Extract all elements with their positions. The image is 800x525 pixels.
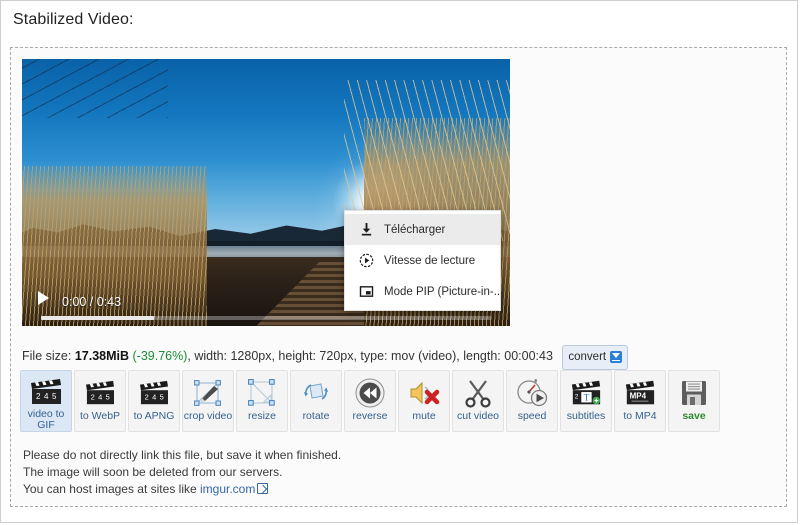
tool-button-rotate[interactable]: rotate bbox=[290, 370, 342, 432]
file-dimensions-text: , width: 1280px, height: 720px, type: mo… bbox=[187, 349, 553, 363]
tool-button-label: to APNG bbox=[134, 411, 175, 422]
crop-knife-icon bbox=[190, 376, 226, 410]
result-container: 0:00 / 0:43 Télécharger bbox=[10, 47, 787, 507]
speaker-mute-icon bbox=[406, 376, 442, 410]
rewind-icon bbox=[352, 376, 388, 410]
svg-text:5: 5 bbox=[160, 393, 164, 402]
context-menu-item-playback-speed[interactable]: Vitesse de lecture bbox=[345, 245, 500, 276]
scissors-icon bbox=[460, 376, 496, 410]
tool-button-label: to WebP bbox=[80, 411, 120, 422]
tool-button-label: to MP4 bbox=[623, 411, 656, 422]
tool-buttons-row: 2 4 5 video to GIF 2 4 bbox=[20, 370, 720, 432]
tool-button-label: speed bbox=[518, 411, 547, 422]
convert-button-label: convert bbox=[568, 348, 606, 366]
svg-text:4: 4 bbox=[44, 392, 49, 401]
tool-button-reverse[interactable]: reverse bbox=[344, 370, 396, 432]
tool-button-label: crop video bbox=[184, 411, 232, 422]
video-context-menu[interactable]: Télécharger Vitesse de lecture bbox=[344, 210, 501, 311]
subtitles-icon: T 2 bbox=[568, 376, 604, 410]
clapperboard-icon: 2 4 5 bbox=[82, 376, 118, 410]
svg-text:MP4: MP4 bbox=[630, 392, 647, 401]
convert-button[interactable]: convert bbox=[562, 345, 628, 370]
tool-button-label: video to GIF bbox=[21, 409, 71, 431]
svg-text:4: 4 bbox=[98, 393, 102, 402]
tool-button-label: subtitles bbox=[567, 411, 606, 422]
tool-button-video-to-gif[interactable]: 2 4 5 video to GIF bbox=[20, 370, 72, 432]
imgur-link[interactable]: imgur.com bbox=[200, 482, 255, 496]
svg-text:2: 2 bbox=[145, 393, 149, 402]
external-link-icon bbox=[257, 483, 268, 494]
tool-button-mute[interactable]: mute bbox=[398, 370, 450, 432]
clapperboard-icon: 2 4 5 bbox=[136, 376, 172, 410]
tool-button-label: reverse bbox=[352, 411, 387, 422]
tool-button-to-apng[interactable]: 2 4 5 to APNG bbox=[128, 370, 180, 432]
tool-button-save[interactable]: save bbox=[668, 370, 720, 432]
footer-notes: Please do not directly link this file, b… bbox=[23, 447, 341, 498]
svg-text:4: 4 bbox=[152, 393, 156, 402]
tool-button-label: resize bbox=[248, 411, 276, 422]
picture-in-picture-icon bbox=[353, 284, 379, 299]
svg-text:2: 2 bbox=[36, 392, 41, 401]
svg-text:5: 5 bbox=[52, 392, 57, 401]
floppy-disk-icon bbox=[676, 376, 712, 410]
note-line-2: The image will soon be deleted from our … bbox=[23, 464, 341, 481]
context-menu-label: Télécharger bbox=[379, 224, 445, 236]
svg-text:5: 5 bbox=[106, 393, 110, 402]
file-size-label: File size: bbox=[22, 349, 71, 363]
context-menu-label: Mode PIP (Picture-in-... bbox=[379, 286, 500, 298]
svg-text:2: 2 bbox=[575, 394, 579, 401]
svg-text:T: T bbox=[584, 394, 590, 404]
reeds-left bbox=[22, 166, 207, 326]
playback-speed-icon bbox=[353, 253, 379, 268]
video-player[interactable]: 0:00 / 0:43 Télécharger bbox=[22, 59, 510, 326]
tool-button-label: rotate bbox=[303, 411, 330, 422]
mp4-clapper-icon: MP4 bbox=[622, 376, 658, 410]
download-icon bbox=[353, 222, 379, 237]
video-progress-bar[interactable] bbox=[41, 316, 491, 320]
page-frame: Stabilized Video: 0:00 / 0:43 bbox=[0, 0, 798, 523]
tool-button-speed[interactable]: speed bbox=[506, 370, 558, 432]
tool-button-crop-video[interactable]: crop video bbox=[182, 370, 234, 432]
clapperboard-icon: 2 4 5 bbox=[28, 376, 64, 408]
context-menu-label: Vitesse de lecture bbox=[379, 255, 475, 267]
note-line-3-prefix: You can host images at sites like bbox=[23, 482, 200, 496]
note-line-3: You can host images at sites like imgur.… bbox=[23, 481, 341, 498]
note-line-1: Please do not directly link this file, b… bbox=[23, 447, 341, 464]
tool-button-subtitles[interactable]: T 2 subtitles bbox=[560, 370, 612, 432]
speedometer-icon bbox=[514, 376, 550, 410]
download-badge-icon bbox=[610, 351, 622, 363]
tool-button-label: cut video bbox=[457, 411, 499, 422]
tool-button-label: mute bbox=[412, 411, 435, 422]
tool-button-cut-video[interactable]: cut video bbox=[452, 370, 504, 432]
file-size-change: (-39.76%) bbox=[133, 349, 188, 363]
file-size-value: 17.38MiB bbox=[75, 349, 129, 363]
rotate-icon bbox=[298, 376, 334, 410]
resize-icon bbox=[244, 376, 280, 410]
video-progress-fill bbox=[41, 316, 154, 320]
tool-button-label: save bbox=[682, 411, 705, 422]
tool-button-to-webp[interactable]: 2 4 5 to WebP bbox=[74, 370, 126, 432]
branches bbox=[22, 59, 168, 118]
page-title: Stabilized Video: bbox=[13, 11, 134, 29]
context-menu-item-download[interactable]: Télécharger bbox=[345, 214, 500, 245]
tool-button-resize[interactable]: resize bbox=[236, 370, 288, 432]
context-menu-item-pip[interactable]: Mode PIP (Picture-in-... bbox=[345, 276, 500, 307]
tool-button-to-mp4[interactable]: MP4 to MP4 bbox=[614, 370, 666, 432]
file-info-line: File size: 17.38MiB (-39.76%), width: 12… bbox=[22, 344, 628, 369]
svg-text:2: 2 bbox=[91, 393, 95, 402]
play-icon[interactable] bbox=[38, 291, 49, 305]
